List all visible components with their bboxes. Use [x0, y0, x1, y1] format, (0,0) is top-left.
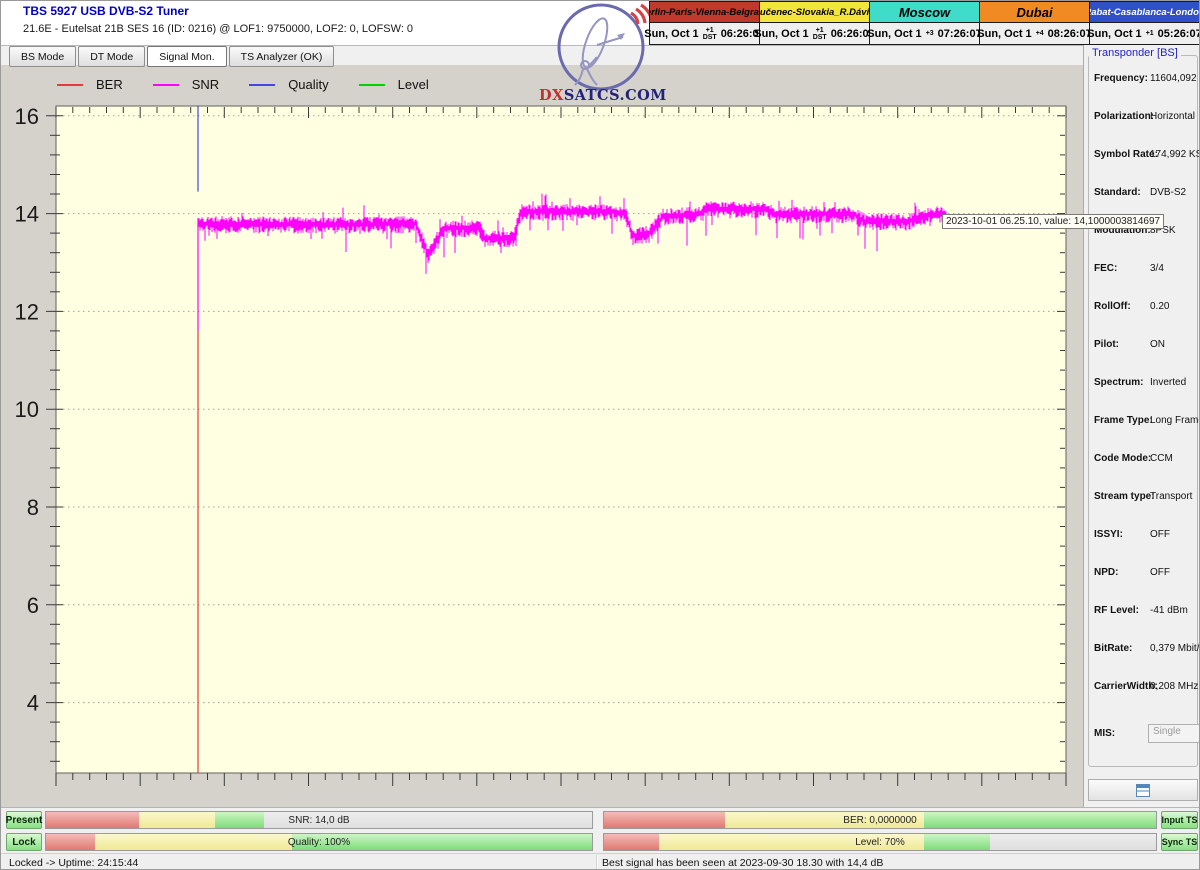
tab-bs-mode[interactable]: BS Mode: [9, 46, 76, 67]
transponder-title: Transponder [BS]: [1089, 47, 1181, 59]
clock-date: Sun, Oct 1: [754, 28, 808, 40]
quality-legend-line: [249, 84, 275, 86]
level-bar-label: Level: 70%: [604, 834, 1156, 850]
status-meters: Present Lock SNR: 14,0 dB Quality: 100% …: [1, 807, 1200, 853]
lock-uptime-status: Locked -> Uptime: 24:15:44: [9, 857, 138, 869]
snr-bar-label: SNR: 14,0 dB: [46, 812, 592, 828]
level-legend-label: Level: [398, 77, 429, 92]
clock-city-label: Rabat-Casablanca-London: [1090, 2, 1199, 23]
clock-berlin-paris-vienna-belgrade: Berlin-Paris-Vienna-Belgrade Sun, Oct 1 …: [650, 2, 760, 44]
snr-legend-label: SNR: [192, 77, 219, 92]
world-clocks: Berlin-Paris-Vienna-Belgrade Sun, Oct 1 …: [649, 1, 1200, 45]
snr-progress-bar: SNR: 14,0 dB: [45, 811, 593, 829]
field-code-mode: Code Mode:CCM: [1094, 453, 1198, 466]
tab-dt-mode[interactable]: DT Mode: [78, 46, 145, 67]
field-issyi: ISSYI:OFF: [1094, 529, 1198, 542]
clock-utc-offset: +3: [926, 30, 934, 37]
quality-legend-label: Quality: [288, 77, 328, 92]
clock-date: Sun, Oct 1: [644, 28, 698, 40]
signal-chart[interactable]: 16 14 12 10 8 6 4: [1, 65, 1083, 807]
clock-date: Sun, Oct 1: [867, 28, 921, 40]
svg-text:8: 8: [27, 495, 39, 520]
svg-text:4: 4: [27, 691, 39, 716]
clock-city-label: Moscow: [870, 2, 979, 23]
clock-city-label: Lučenec-Slovakia_R.Dávid: [760, 2, 869, 23]
field-symbol-rate: Symbol Rate:174,992 KS/s: [1094, 149, 1198, 162]
clock-hms: 08:26:07: [1048, 28, 1092, 40]
sync-ts-indicator-button[interactable]: Sync TS: [1161, 833, 1198, 851]
level-legend-line: [359, 84, 385, 86]
field-spectrum: Spectrum:Inverted: [1094, 377, 1198, 390]
field-polarization: Polarization:Horizontal: [1094, 111, 1198, 124]
field-frame-type: Frame Type:Long Frame: [1094, 415, 1198, 428]
field-mis: MIS: Single▾: [1094, 728, 1198, 741]
statusbar-divider: [596, 855, 598, 870]
field-carrier-width: CarrierWidth:0,208 MHz: [1094, 681, 1198, 694]
snr-legend-line: [153, 84, 179, 86]
clock-date: Sun, Oct 1: [977, 28, 1031, 40]
ber-legend-label: BER: [96, 77, 123, 92]
clock-time: Sun, Oct 1 +4 08:26:07: [980, 23, 1089, 44]
input-ts-indicator-button[interactable]: Input TS: [1161, 811, 1198, 829]
clock-rabat-casablanca-london: Rabat-Casablanca-London Sun, Oct 1 +1 05…: [1090, 2, 1199, 44]
clock-city-label: Berlin-Paris-Vienna-Belgrade: [650, 2, 759, 23]
field-rolloff: RollOff:0.20: [1094, 301, 1198, 314]
clock-date: Sun, Oct 1: [1087, 28, 1141, 40]
clock-lucenec-slovakia: Lučenec-Slovakia_R.Dávid Sun, Oct 1 +1DS…: [760, 2, 870, 44]
signal-monitor-panel: 16141210864 BER SNR Quality Level 2023-1…: [1, 65, 1083, 807]
field-rf-level: RF Level:-41 dBm: [1094, 605, 1198, 618]
field-fec: FEC:3/4: [1094, 263, 1198, 276]
quality-progress-bar: Quality: 100%: [45, 833, 593, 851]
tbs-tuner-window: TBS 5927 USB DVB-S2 Tuner 21.6E - Eutels…: [0, 0, 1200, 870]
clock-dubai: Dubai Sun, Oct 1 +4 08:26:07: [980, 2, 1090, 44]
clock-time: Sun, Oct 1 +1DST 06:26:07: [760, 23, 869, 44]
snapshot-button[interactable]: [1088, 779, 1198, 801]
clock-hms: 05:26:07: [1158, 28, 1200, 40]
field-standard: Standard:DVB-S2: [1094, 187, 1198, 200]
svg-text:10: 10: [15, 397, 39, 422]
best-signal-status: Best signal has been seen at 2023-09-30 …: [602, 857, 883, 869]
chart-legend: BER SNR Quality Level: [57, 77, 459, 92]
field-bitrate: BitRate:0,379 Mbit/s: [1094, 643, 1198, 656]
ber-progress-bar: BER: 0,0000000: [603, 811, 1157, 829]
tab-ts-analyzer[interactable]: TS Analyzer (OK): [229, 46, 335, 67]
tuner-subtitle: 21.6E - Eutelsat 21B SES 16 (ID: 0216) @…: [23, 23, 413, 35]
field-frequency: Frequency:11604,092 MHz: [1094, 73, 1198, 86]
mis-dropdown[interactable]: Single▾: [1148, 724, 1200, 743]
quality-bar-label: Quality: 100%: [46, 834, 592, 850]
field-npd: NPD:OFF: [1094, 567, 1198, 580]
svg-text:14: 14: [15, 202, 39, 227]
window-list-icon: [1136, 784, 1150, 797]
tab-signal-mon[interactable]: Signal Mon.: [147, 46, 226, 67]
clock-utc-offset: +1DST: [813, 27, 827, 41]
svg-text:12: 12: [15, 299, 39, 324]
field-pilot: Pilot:ON: [1094, 339, 1198, 352]
clock-utc-offset: +1: [1146, 30, 1154, 37]
clock-time: Sun, Oct 1 +1 05:26:07: [1090, 23, 1199, 44]
clock-time: Sun, Oct 1 +1DST 06:26:07: [650, 23, 759, 44]
ber-bar-label: BER: 0,0000000: [604, 812, 1156, 828]
transponder-sidebar: Transponder [BS] Frequency:11604,092 MHz…: [1083, 45, 1200, 807]
clock-city-label: Dubai: [980, 2, 1089, 23]
svg-text:16: 16: [15, 104, 39, 129]
status-bar: Locked -> Uptime: 24:15:44 Best signal h…: [1, 853, 1200, 870]
present-indicator-button[interactable]: Present: [6, 811, 42, 829]
mode-tabs: BS Mode DT Mode Signal Mon. TS Analyzer …: [9, 46, 334, 67]
chart-tooltip: 2023-10-01 06.25.10, value: 14,100000381…: [942, 214, 1164, 229]
window-title: TBS 5927 USB DVB-S2 Tuner: [23, 4, 189, 18]
level-progress-bar: Level: 70%: [603, 833, 1157, 851]
clock-time: Sun, Oct 1 +3 07:26:07: [870, 23, 979, 44]
field-stream-type: Stream type:Transport: [1094, 491, 1198, 504]
svg-text:6: 6: [27, 593, 39, 618]
lock-indicator-button[interactable]: Lock: [6, 833, 42, 851]
clock-hms: 07:26:07: [938, 28, 982, 40]
clock-moscow: Moscow Sun, Oct 1 +3 07:26:07: [870, 2, 980, 44]
clock-utc-offset: +4: [1036, 30, 1044, 37]
clock-utc-offset: +1DST: [703, 27, 717, 41]
ber-legend-line: [57, 84, 83, 86]
